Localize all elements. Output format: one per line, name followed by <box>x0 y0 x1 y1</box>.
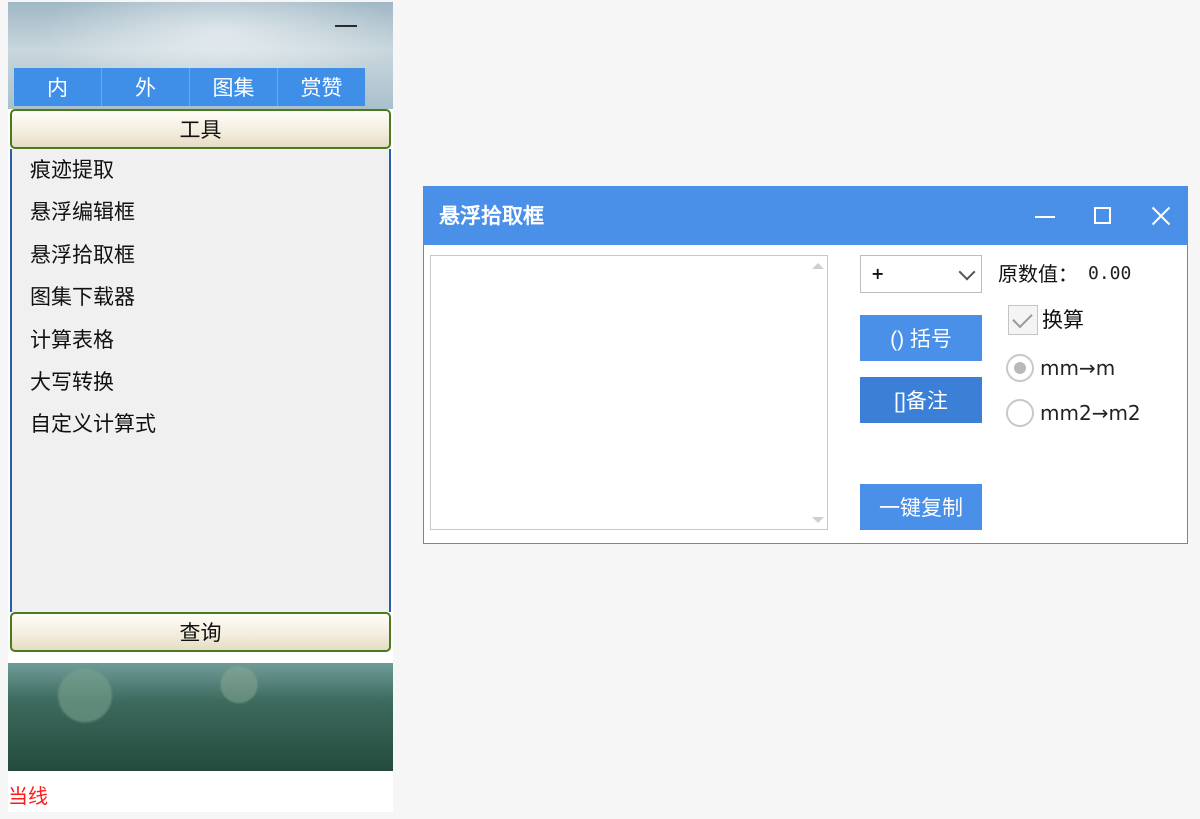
parens-button[interactable]: () 括号 <box>860 315 982 361</box>
tab-atlas[interactable]: 图集 <box>190 68 278 106</box>
window-titlebar[interactable]: 悬浮拾取框 <box>424 187 1187 245</box>
radio-mm-to-m[interactable] <box>1006 354 1034 382</box>
copy-all-button[interactable]: 一键复制 <box>860 484 982 530</box>
note-button[interactable]: []备注 <box>860 377 982 423</box>
operator-select-value: + <box>871 264 885 283</box>
tool-item-floating-editor[interactable]: 悬浮编辑框 <box>12 191 389 233</box>
convert-checkbox-label: 换算 <box>1042 308 1084 332</box>
chevron-down-icon <box>958 263 976 281</box>
sidebar-panel: 内 外 图集 赏赞 工具 痕迹提取 悬浮编辑框 悬浮拾取框 图集下载器 计算表格… <box>8 2 393 812</box>
status-link[interactable]: 当线 <box>8 780 48 809</box>
tab-inner[interactable]: 内 <box>14 68 102 106</box>
close-icon[interactable] <box>1146 201 1176 231</box>
tool-item-calc-table[interactable]: 计算表格 <box>12 319 389 361</box>
maximize-icon[interactable] <box>1088 201 1118 231</box>
tool-item-trace-extract[interactable]: 痕迹提取 <box>12 149 389 191</box>
minimize-icon[interactable] <box>1030 201 1060 231</box>
tool-item-atlas-downloader[interactable]: 图集下载器 <box>12 276 389 318</box>
tab-donate[interactable]: 赏赞 <box>278 68 365 106</box>
floating-picker-window: 悬浮拾取框 + 原数值： 0.00 () 括号 []备注 一键复制 换算 mm→… <box>423 186 1188 544</box>
sidebar-minimize-button[interactable] <box>335 16 357 30</box>
radio-mm2-to-m2[interactable] <box>1006 399 1034 427</box>
tool-item-custom-formula[interactable]: 自定义计算式 <box>12 403 389 445</box>
scroll-up-arrow-icon[interactable] <box>812 263 824 269</box>
radio-mm-to-m-label: mm→m <box>1040 356 1116 380</box>
forest-background-image <box>8 663 393 771</box>
tool-item-uppercase-convert[interactable]: 大写转换 <box>12 361 389 403</box>
sidebar-tabs: 内 外 图集 赏赞 <box>14 68 365 106</box>
tools-section-header[interactable]: 工具 <box>10 109 391 149</box>
operator-select[interactable]: + <box>860 255 982 293</box>
tab-outer[interactable]: 外 <box>102 68 190 106</box>
window-title: 悬浮拾取框 <box>439 204 544 228</box>
original-value-label: 原数值： <box>998 262 1078 286</box>
scroll-down-arrow-icon[interactable] <box>812 517 824 523</box>
convert-checkbox[interactable] <box>1008 305 1038 335</box>
tools-list: 痕迹提取 悬浮编辑框 悬浮拾取框 图集下载器 计算表格 大写转换 自定义计算式 <box>10 149 391 612</box>
query-section-header[interactable]: 查询 <box>10 612 391 652</box>
pick-textarea[interactable] <box>430 255 828 530</box>
original-value: 0.00 <box>1088 263 1132 284</box>
tool-item-floating-picker[interactable]: 悬浮拾取框 <box>12 234 389 276</box>
radio-mm2-to-m2-label: mm2→m2 <box>1040 401 1141 425</box>
